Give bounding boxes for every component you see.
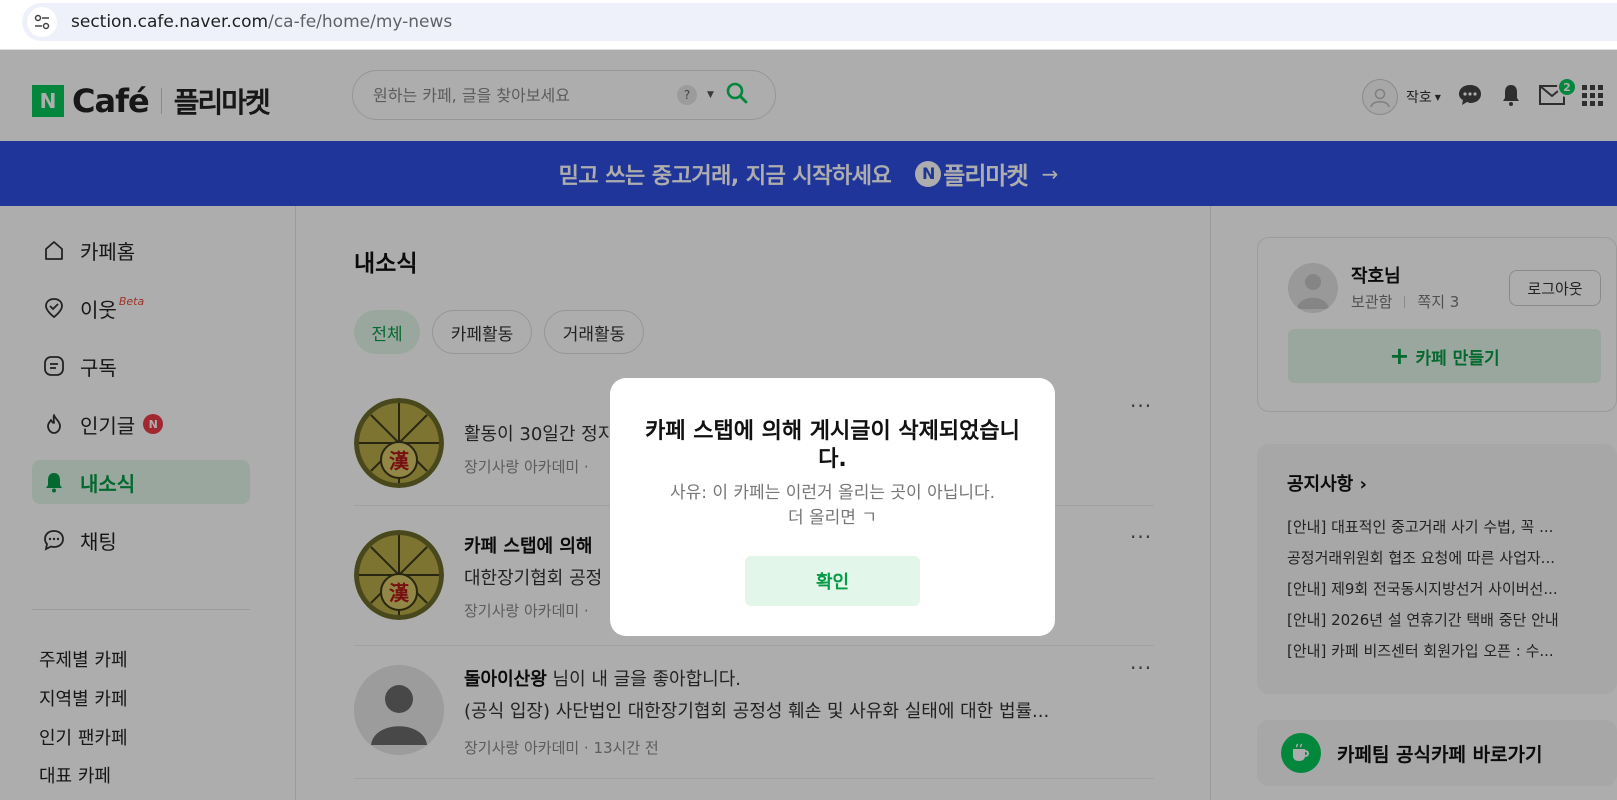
- confirm-button[interactable]: 확인: [745, 556, 920, 606]
- url-text: section.cafe.naver.com/ca-fe/home/my-new…: [71, 12, 452, 32]
- url-host: section.cafe.naver.com: [71, 12, 269, 32]
- dialog-message-line: 사유: 이 카페는 이런거 올리는 곳이 아닙니다.: [669, 483, 996, 503]
- dialog-title: 카페 스탭에 의해 게시글이 삭제되었습니다.: [645, 419, 1020, 472]
- dialog-message: 사유: 이 카페는 이런거 올리는 곳이 아닙니다. 더 올리면 ㄱ: [640, 481, 1025, 531]
- site-settings-icon[interactable]: [27, 7, 57, 37]
- dialog-message-line: 더 올리면 ㄱ: [787, 508, 877, 528]
- alert-dialog: 카페 스탭에 의해 게시글이 삭제되었습니다. 사유: 이 카페는 이런거 올리…: [610, 378, 1055, 636]
- browser-address-bar: section.cafe.naver.com/ca-fe/home/my-new…: [0, 0, 1617, 50]
- url-path: /ca-fe/home/my-news: [268, 12, 453, 32]
- url-field[interactable]: section.cafe.naver.com/ca-fe/home/my-new…: [22, 3, 1617, 41]
